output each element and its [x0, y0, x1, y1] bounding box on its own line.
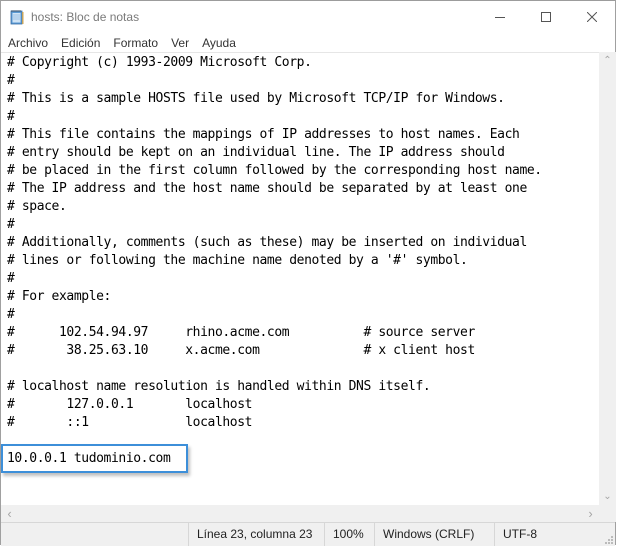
menu-ver[interactable]: Ver: [165, 33, 194, 53]
status-bar: Línea 23, columna 23 100% Windows (CRLF)…: [1, 522, 615, 546]
notepad-window: hosts: Bloc de notas Archivo Edición For…: [0, 0, 616, 546]
editor-content[interactable]: # Copyright (c) 1993-2009 Microsoft Corp…: [7, 54, 542, 468]
cursor-position: Línea 23, columna 23: [188, 523, 324, 546]
highlight-box: [1, 444, 188, 473]
close-icon: [587, 12, 597, 22]
editor-line[interactable]: # be placed in the first column followed…: [7, 162, 542, 180]
menu-bar: Archivo Edición Formato Ver Ayuda: [1, 33, 615, 53]
editor-line[interactable]: # Additionally, comments (such as these)…: [7, 234, 542, 252]
close-button[interactable]: [569, 1, 615, 33]
editor-line[interactable]: #: [7, 270, 542, 288]
editor-line[interactable]: # space.: [7, 198, 542, 216]
menu-archivo[interactable]: Archivo: [1, 33, 53, 53]
maximize-button[interactable]: [523, 1, 569, 33]
editor-line[interactable]: # 38.25.63.10 x.acme.com # x client host: [7, 342, 542, 360]
vertical-scrollbar[interactable]: ⌃ ⌄: [599, 52, 616, 505]
menu-ayuda[interactable]: Ayuda: [196, 33, 241, 53]
minimize-icon: [495, 17, 505, 18]
notepad-icon: [10, 9, 24, 25]
minimize-button[interactable]: [477, 1, 523, 33]
title-bar[interactable]: hosts: Bloc de notas: [1, 1, 615, 33]
editor-line[interactable]: #: [7, 72, 542, 90]
line-ending: Windows (CRLF): [374, 523, 494, 546]
encoding: UTF-8: [494, 523, 604, 546]
editor-line[interactable]: [7, 360, 542, 378]
editor-line[interactable]: #: [7, 108, 542, 126]
editor-line[interactable]: #: [7, 306, 542, 324]
zoom-level: 100%: [324, 523, 374, 546]
menu-formato[interactable]: Formato: [107, 33, 163, 53]
editor-line[interactable]: # localhost name resolution is handled w…: [7, 378, 542, 396]
menu-edicion[interactable]: Edición: [55, 33, 105, 53]
editor-line[interactable]: # For example:: [7, 288, 542, 306]
window-title: hosts: Bloc de notas: [31, 10, 140, 24]
chevron-right-icon[interactable]: ›: [582, 505, 599, 522]
text-editor[interactable]: # Copyright (c) 1993-2009 Microsoft Corp…: [1, 52, 599, 506]
editor-line[interactable]: # lines or following the machine name de…: [7, 252, 542, 270]
editor-line[interactable]: # ::1 localhost: [7, 414, 542, 432]
chevron-up-icon[interactable]: ⌃: [599, 52, 616, 69]
maximize-icon: [541, 12, 551, 22]
editor-line[interactable]: # This file contains the mappings of IP …: [7, 126, 542, 144]
resize-grip-icon[interactable]: [605, 536, 613, 544]
editor-line[interactable]: # 127.0.0.1 localhost: [7, 396, 542, 414]
editor-line[interactable]: # entry should be kept on an individual …: [7, 144, 542, 162]
chevron-down-icon[interactable]: ⌄: [599, 488, 616, 505]
scrollbar-corner: [599, 505, 616, 522]
editor-line[interactable]: #: [7, 216, 542, 234]
editor-line[interactable]: # This is a sample HOSTS file used by Mi…: [7, 90, 542, 108]
editor-line[interactable]: # Copyright (c) 1993-2009 Microsoft Corp…: [7, 54, 542, 72]
chevron-left-icon[interactable]: ‹: [1, 505, 18, 522]
editor-line[interactable]: # 102.54.94.97 rhino.acme.com # source s…: [7, 324, 542, 342]
editor-line[interactable]: # The IP address and the host name shoul…: [7, 180, 542, 198]
horizontal-scrollbar[interactable]: ‹ ›: [1, 505, 599, 522]
